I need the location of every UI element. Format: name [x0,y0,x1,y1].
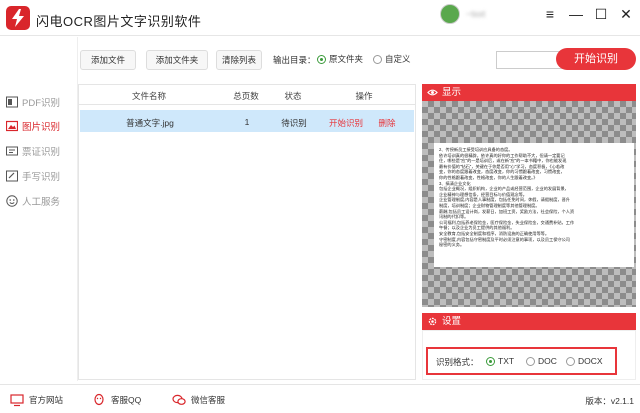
minimize-button[interactable]: — [567,5,585,23]
clear-list-button[interactable]: 清除列表 [216,50,262,70]
format-selector: 识别格式： TXT DOC DOCX [426,347,617,375]
output-radio-original[interactable]: 原文件夹 [317,53,363,65]
settings-header: 设置 [422,313,636,330]
radio-unselected-icon [526,356,535,366]
eye-icon [427,89,438,96]
sidebar: PDF识别 图片识别 票证识别 手写识别 人工服务 [0,37,78,381]
sidebar-item-label: 图片识别 [22,122,61,133]
column-header-actions: 操作 [355,91,373,101]
radio-selected-icon [486,356,495,366]
add-folder-button[interactable]: 添加文件夹 [146,50,208,70]
column-header-status: 状态 [284,91,302,101]
footer-label: 微信客服 [191,395,226,405]
preview-title: 显示 [442,87,462,98]
row-start-link[interactable]: 开始识别 [324,117,368,129]
sidebar-item-service[interactable]: 人工服务 [6,192,76,210]
sidebar-item-ticket[interactable]: 票证识别 [6,142,76,160]
radio-unselected-icon [566,356,575,366]
app-title: 闪电OCR图片文字识别软件 [36,14,202,29]
footer: 官方网站 客服QQ 微信客服 版本：v2.1.1 [0,384,640,413]
settings-panel: 识别格式： TXT DOC DOCX [422,330,636,380]
column-header-pages: 总页数 [233,91,259,101]
file-name: 普通文字.jpg [126,118,174,128]
file-table: 文件名称 总页数 状态 操作 普通文字.jpg 1 待识别 开始识别 删除 [78,84,416,380]
add-file-button[interactable]: 添加文件 [80,50,136,70]
format-radio-txt[interactable]: TXT [486,356,514,366]
close-button[interactable]: ✕ [617,5,635,23]
qq-icon [94,393,104,406]
output-radio-custom[interactable]: 自定义 [373,53,411,65]
qq-support-link[interactable]: 客服QQ [92,393,141,407]
maximize-button[interactable]: ☐ [592,5,610,23]
document-preview: 2、传授新员工接受培训应具备的态度。 依许培训真的很精辟，依许真的好你的工作帮助… [434,143,634,267]
row-delete-link[interactable]: 删除 [374,117,400,129]
footer-label: 客服QQ [111,395,142,405]
document-line: 秘密的义务。 [439,242,465,248]
sidebar-item-label: 票证识别 [22,147,61,158]
official-website-link[interactable]: 官方网站 [10,393,63,407]
sidebar-item-image[interactable]: 图片识别 [6,117,76,135]
sidebar-item-pdf[interactable]: PDF识别 [6,93,76,111]
status-text: 待识别 [281,118,307,128]
user-name: ~txxt [466,9,486,19]
sidebar-item-label: 人工服务 [22,197,61,208]
radio-selected-icon [317,54,326,64]
start-recognition-button[interactable]: 开始识别 [556,48,636,70]
sidebar-item-label: 手写识别 [22,172,61,183]
image-preview: 2、传授新员工接受培训应具备的态度。 依许培训真的很精辟，依许真的好你的工作帮助… [422,101,636,307]
version-text: 版本：v2.1.1 [585,396,634,406]
page-count: 1 [244,117,250,127]
sidebar-item-label: PDF识别 [22,98,61,109]
wechat-icon [172,394,186,405]
pdf-icon [6,96,18,108]
service-icon [6,195,18,207]
table-header: 文件名称 总页数 状态 操作 [79,85,415,105]
radio-label: DOCX [578,356,603,366]
radio-label: 原文件夹 [329,54,364,64]
gear-icon [428,317,437,326]
footer-label: 官方网站 [29,395,64,405]
image-icon [6,120,18,132]
handwriting-icon [6,170,18,182]
wechat-support-link[interactable]: 微信客服 [172,393,225,407]
ticket-icon [6,146,18,156]
menu-icon[interactable]: ≡ [541,5,559,23]
format-radio-doc[interactable]: DOC [526,356,557,366]
radio-label: TXT [498,356,515,366]
sidebar-item-handwriting[interactable]: 手写识别 [6,167,76,185]
format-label: 识别格式： [436,357,479,367]
app-logo-icon [6,6,30,30]
preview-header: 显示 [422,84,636,101]
output-dir-label: 输出目录： [273,55,316,65]
user-avatar[interactable] [440,4,460,24]
monitor-icon [10,394,24,407]
format-radio-docx[interactable]: DOCX [566,356,603,366]
settings-title: 设置 [442,316,462,327]
column-header-name: 文件名称 [131,91,166,101]
radio-unselected-icon [373,54,382,64]
radio-label: 自定义 [385,54,411,64]
radio-label: DOC [538,356,557,366]
table-row[interactable]: 普通文字.jpg 1 待识别 开始识别 删除 [80,110,414,132]
title-bar: 闪电OCR图片文字识别软件 ~txxt ≡ — ☐ ✕ [0,0,640,36]
